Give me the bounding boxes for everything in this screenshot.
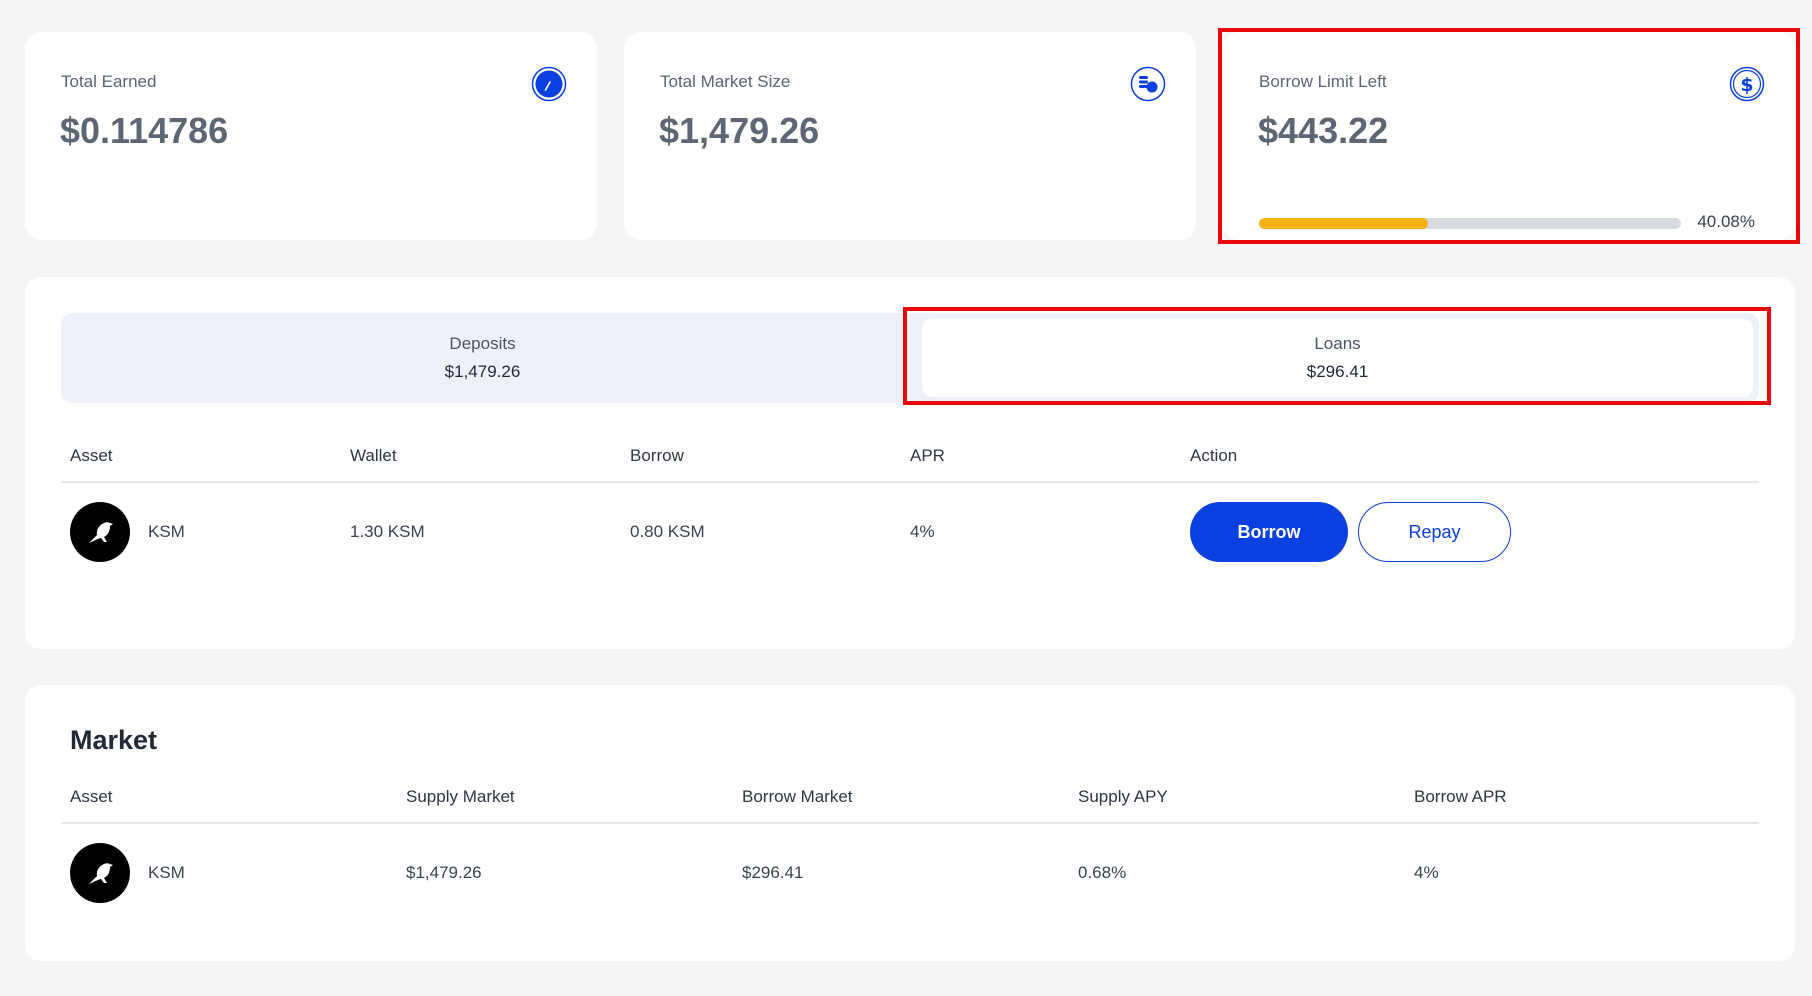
- asset-cell: KSM: [70, 824, 185, 922]
- tab-deposits[interactable]: Deposits $1,479.26: [61, 313, 904, 403]
- repay-button[interactable]: Repay: [1358, 502, 1511, 562]
- borrow-cell: 0.80 KSM: [630, 522, 705, 541]
- column-header-action: Action: [1190, 446, 1238, 465]
- table-row: KSM 1.30 KSM 0.80 KSM 4% Borrow Repay: [61, 483, 1759, 581]
- wallet-cell: 1.30 KSM: [350, 522, 425, 541]
- dollar-icon: $: [1729, 66, 1765, 102]
- total-earned-value: $0.114786: [60, 110, 229, 151]
- column-header-asset: Asset: [70, 446, 113, 465]
- borrow-limit-progress-fill: [1259, 218, 1429, 229]
- positions-table: Asset Wallet Borrow APR Action KSM 1.30 …: [61, 429, 1759, 581]
- table-row[interactable]: KSM $1,479.26 $296.41 0.68% 4%: [61, 824, 1759, 922]
- supply-apy-cell: 0.68%: [1078, 863, 1127, 882]
- supply-market-cell: $1,479.26: [406, 863, 482, 882]
- position-tabs: Deposits $1,479.26 Loans $296.41: [61, 313, 1759, 403]
- total-market-size-card: Total Market Size $1,479.26: [624, 32, 1196, 240]
- ksm-logo-icon: [70, 502, 130, 562]
- tab-loans-amount: $296.41: [1306, 362, 1369, 381]
- column-header-apr: APR: [910, 446, 945, 465]
- market-table-header: Asset Supply Market Borrow Market Supply…: [61, 770, 1759, 824]
- positions-table-header: Asset Wallet Borrow APR Action: [61, 429, 1759, 483]
- borrow-limit-progress-bar: [1259, 218, 1681, 229]
- column-header-supply-market: Supply Market: [406, 787, 515, 806]
- svg-text:$: $: [1740, 74, 1753, 96]
- gauge-icon: [531, 66, 567, 102]
- asset-cell: KSM: [70, 483, 185, 581]
- borrow-market-cell: $296.41: [742, 863, 804, 882]
- borrow-limit-label: Borrow Limit Left: [1259, 72, 1387, 91]
- tab-deposits-label: Deposits: [449, 334, 516, 353]
- total-market-size-value: $1,479.26: [659, 110, 820, 151]
- total-earned-card: Total Earned $0.114786: [25, 32, 597, 240]
- tab-loans-label: Loans: [1314, 334, 1361, 353]
- borrow-button[interactable]: Borrow: [1190, 502, 1348, 562]
- coins-icon: [1130, 66, 1166, 102]
- action-cell: Borrow Repay: [1190, 483, 1511, 581]
- asset-name: KSM: [148, 863, 185, 882]
- borrow-limit-percent: 40.08%: [1697, 212, 1755, 231]
- asset-name: KSM: [148, 522, 185, 541]
- total-earned-label: Total Earned: [61, 72, 157, 91]
- ksm-logo-icon: [70, 843, 130, 903]
- market-panel: Market Asset Supply Market Borrow Market…: [25, 685, 1795, 961]
- borrow-limit-card: Borrow Limit Left $443.22 $ 40.08%: [1223, 32, 1795, 240]
- apr-cell: 4%: [910, 522, 935, 541]
- tab-loans[interactable]: Loans $296.41: [922, 319, 1753, 397]
- borrow-limit-value: $443.22: [1258, 110, 1389, 151]
- market-table: Asset Supply Market Borrow Market Supply…: [61, 770, 1759, 922]
- borrow-apr-cell: 4%: [1414, 863, 1439, 882]
- column-header-asset: Asset: [70, 787, 113, 806]
- column-header-borrow: Borrow: [630, 446, 684, 465]
- column-header-wallet: Wallet: [350, 446, 397, 465]
- market-title: Market: [70, 725, 158, 755]
- positions-panel: Deposits $1,479.26 Loans $296.41 Asset W…: [25, 277, 1795, 649]
- column-header-borrow-apr: Borrow APR: [1414, 787, 1507, 806]
- tab-deposits-amount: $1,479.26: [444, 362, 521, 381]
- column-header-supply-apy: Supply APY: [1078, 787, 1168, 806]
- column-header-borrow-market: Borrow Market: [742, 787, 853, 806]
- total-market-size-label: Total Market Size: [660, 72, 791, 91]
